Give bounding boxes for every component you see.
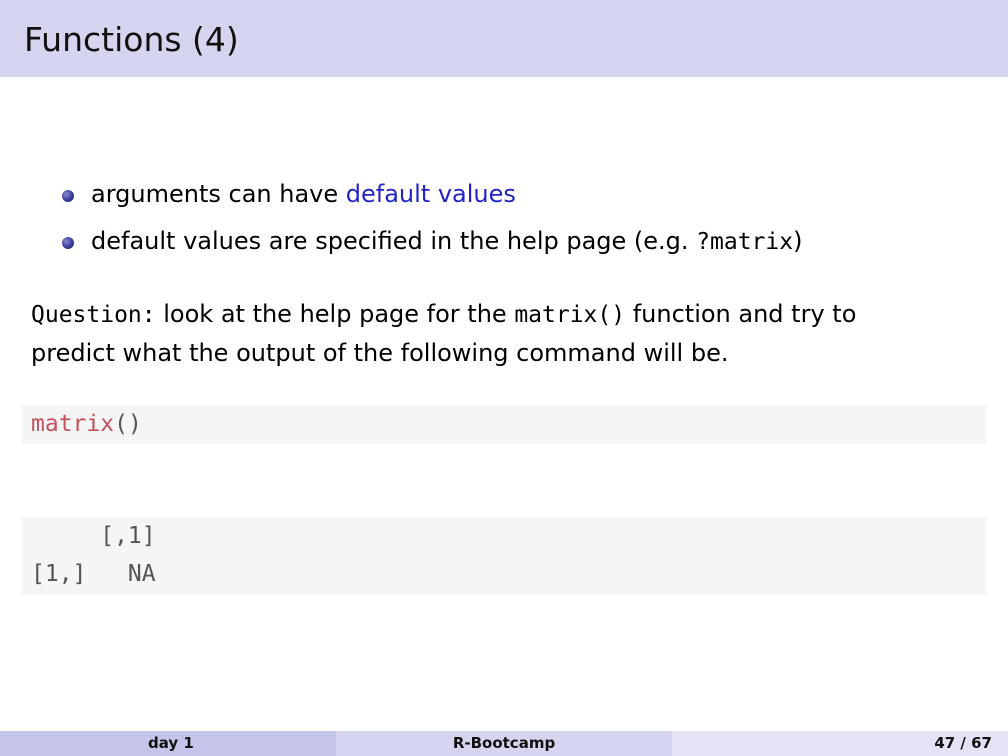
code-function-name: matrix [31,411,115,437]
question-line-2: predict what the output of the following… [31,339,729,367]
footer-left: day 1 [0,731,336,756]
question-text-cont: function and try to [625,300,857,328]
bullet-icon [62,237,74,249]
code-output-block: [,1] [1,] NA [22,517,986,595]
slide-footer: day 1 R-Bootcamp 47 / 67 [0,731,1008,756]
inline-code: matrix() [514,302,626,328]
footer-section: day 1 [148,734,194,752]
page-number: 47 / 67 [934,734,992,752]
footer-right: 47 / 67 [672,731,1008,756]
question-label: Question: [31,302,156,328]
bullet-list: arguments can have default values defaul… [62,178,802,272]
bullet-text: arguments can have [91,180,346,208]
code-output-line: [,1] [31,523,156,549]
footer-center: R-Bootcamp [336,731,672,756]
highlight-text: default values [345,180,516,208]
code-input-line: matrix() [31,409,142,439]
question-text: look at the help page for the [155,300,515,328]
code-input-block: matrix() [22,405,986,444]
bullet-item: arguments can have default values [62,178,802,225]
bullet-item: default values are specified in the help… [62,225,802,272]
bullet-icon [62,190,74,202]
question-paragraph: Question: look at the help page for the … [31,295,981,372]
bullet-text: default values are specified in the help… [91,227,697,255]
footer-title: R-Bootcamp [452,734,556,752]
code-args: () [114,411,142,437]
slide-header: Functions (4) [0,0,1008,77]
bullet-suffix: ) [793,227,803,255]
inline-code: ?matrix [696,229,794,255]
slide-title: Functions (4) [24,20,239,59]
code-output-line: [1,] NA [31,561,156,587]
